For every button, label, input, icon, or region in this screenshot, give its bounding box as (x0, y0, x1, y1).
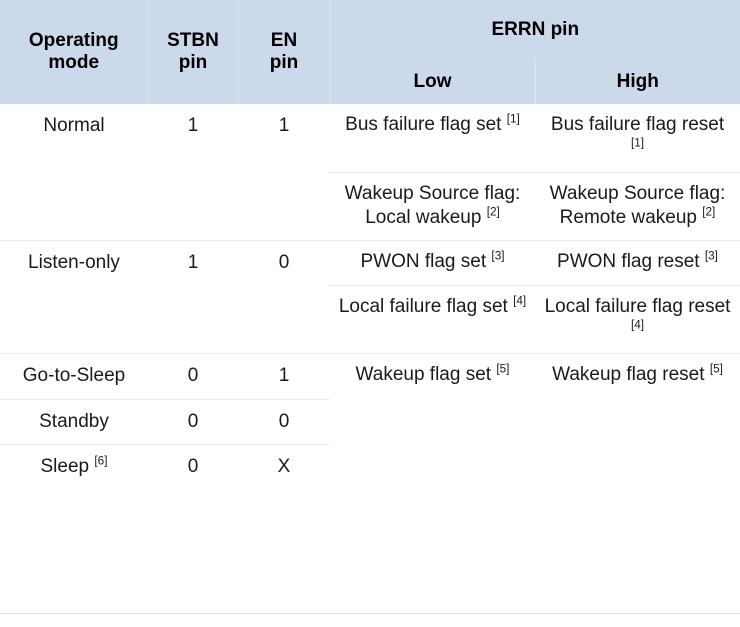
cell-operating-mode: Normal (0, 104, 148, 241)
cell-stbn-pin: 0 (148, 353, 238, 399)
value-operating-mode: Normal (43, 115, 105, 136)
ref-marker: [1] (630, 136, 645, 150)
table-body: Normal 1 1 Bus failure flag set [1] Bus … (0, 104, 740, 490)
header-en-line2: pin (269, 52, 299, 73)
ref-marker: [6] (94, 454, 108, 468)
cell-errn-high: Bus failure flag reset [1] (535, 104, 740, 172)
header-stbn-line1: STBN (167, 29, 219, 51)
ref-marker: [3] (704, 249, 718, 263)
ref-marker: [2] (702, 205, 716, 219)
cell-operating-mode: Listen-only (0, 240, 148, 354)
value-errn-high: Local failure flag reset (544, 295, 731, 317)
cell-stbn-pin: 0 (148, 398, 238, 445)
value-errn-low: Bus failure flag set (345, 114, 502, 135)
table-header: Operating mode STBN pin EN pin ERRN pin … (0, 0, 740, 104)
value-errn-high: Wakeup Source flag: Remote wakeup (549, 182, 726, 228)
value-errn-low: PWON flag set (360, 251, 487, 273)
cell-errn-high: PWON flag reset [3] (535, 240, 740, 286)
value-errn-low: Wakeup flag set (355, 364, 492, 386)
ref-marker: [1] (506, 112, 520, 126)
ref-marker: [4] (630, 318, 645, 332)
header-errn-low-label: Low (413, 70, 452, 92)
value-en-pin: 1 (278, 115, 290, 136)
value-en-pin: 0 (278, 410, 290, 432)
cell-en-pin: 0 (238, 240, 330, 354)
value-stbn-pin: 0 (187, 410, 199, 432)
value-stbn-pin: 0 (187, 365, 199, 387)
cell-errn-low: PWON flag set [3] (330, 240, 535, 286)
ref-marker: [2] (486, 205, 500, 219)
cell-stbn-pin: 0 (148, 443, 238, 490)
cell-en-pin: 0 (238, 398, 330, 445)
header-errn-pin-label: ERRN pin (491, 18, 580, 40)
value-errn-high: Wakeup flag reset (552, 364, 705, 386)
value-operating-mode: Standby (39, 410, 109, 432)
operating-mode-table: Operating mode STBN pin EN pin ERRN pin … (0, 0, 740, 490)
cell-stbn-pin: 1 (148, 240, 238, 354)
cell-operating-mode: Sleep [6] (0, 443, 148, 490)
header-en-pin: EN pin (238, 0, 331, 104)
header-errn-high-label: High (616, 70, 659, 92)
value-operating-mode: Go-to-Sleep (22, 365, 126, 387)
cell-errn-low: Local failure flag set [4] (330, 284, 535, 354)
cell-errn-low: Wakeup flag set [5] (330, 353, 535, 490)
value-errn-high: PWON flag reset (557, 251, 700, 273)
cell-errn-high: Local failure flag reset [4] (535, 284, 740, 354)
table-row: Normal 1 1 Bus failure flag set [1] Bus … (0, 104, 740, 172)
cell-operating-mode: Go-to-Sleep (0, 353, 148, 399)
cell-errn-high: Wakeup flag reset [5] (535, 353, 740, 490)
cell-en-pin: 1 (238, 353, 330, 399)
header-operating-mode-line2: mode (48, 52, 100, 73)
cell-en-pin: X (238, 443, 330, 490)
ref-marker: [5] (496, 362, 510, 376)
header-stbn-line2: pin (178, 52, 208, 73)
value-errn-high: Bus failure flag reset (550, 114, 725, 135)
header-operating-mode: Operating mode (0, 0, 149, 104)
ref-marker: [4] (513, 294, 527, 308)
cell-errn-low: Wakeup Source flag: Local wakeup [2] (330, 171, 535, 241)
cell-stbn-pin: 1 (148, 104, 238, 241)
cell-errn-low: Bus failure flag set [1] (330, 104, 535, 172)
header-errn-pin: ERRN pin (330, 0, 740, 60)
table-row: Listen-only 1 0 PWON flag set [3] PWON f… (0, 240, 740, 354)
value-errn-low: Local failure flag set (338, 295, 508, 317)
header-errn-high: High (535, 60, 740, 104)
value-stbn-pin: 1 (187, 115, 199, 136)
operating-mode-table-container: Operating mode STBN pin EN pin ERRN pin … (0, 0, 740, 627)
ref-marker: [5] (709, 362, 723, 376)
header-errn-low: Low (330, 60, 536, 104)
value-operating-mode: Sleep (40, 455, 90, 477)
value-stbn-pin: 0 (187, 455, 199, 477)
value-en-pin: 0 (278, 252, 290, 274)
cell-en-pin: 1 (238, 104, 330, 241)
header-operating-mode-line1: Operating (28, 29, 119, 51)
header-stbn-pin: STBN pin (148, 0, 239, 104)
value-en-pin: 1 (278, 365, 290, 387)
table-bottom-border (0, 613, 740, 614)
ref-marker: [3] (491, 249, 505, 263)
header-row-primary: Operating mode STBN pin EN pin ERRN pin (0, 0, 740, 104)
header-en-line1: EN (270, 29, 298, 51)
cell-operating-mode: Standby (0, 398, 148, 445)
cell-errn-high: Wakeup Source flag: Remote wakeup [2] (535, 171, 740, 241)
value-operating-mode: Listen-only (28, 252, 120, 274)
value-stbn-pin: 1 (187, 252, 199, 274)
table-row: Go-to-Sleep 0 1 Wakeup flag set [5] Wake… (0, 353, 740, 490)
value-en-pin: X (277, 455, 291, 477)
